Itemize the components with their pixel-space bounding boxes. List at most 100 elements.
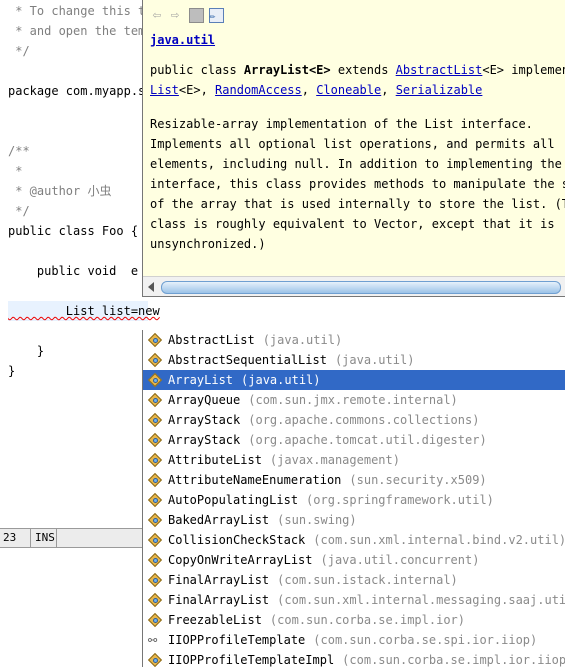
code-line: * and open the tem (8, 24, 146, 38)
open-declaration-icon[interactable] (188, 7, 204, 23)
class-icon (147, 572, 163, 588)
description-line: of the array that is used internally to … (150, 197, 565, 211)
proposal-package: (sun.security.x509) (349, 473, 487, 487)
proposal-package: (javax.management) (269, 453, 400, 467)
proposal-item[interactable]: ArrayStack (org.apache.commons.collection… (143, 410, 565, 430)
code-line-package: package com.myapp.s (8, 84, 146, 98)
completion-proposals-list[interactable]: AbstractList (java.util) AbstractSequentia… (142, 330, 565, 667)
javadoc-popup: ⇦ ⇨ ✏ java.util public class ArrayList<E… (142, 0, 565, 297)
code-line-class-decl: public class Foo { (8, 224, 139, 238)
proposal-package: (sun.swing) (277, 513, 357, 527)
description-line: elements, including null. In addition to… (150, 157, 565, 171)
status-separator (56, 529, 57, 547)
interface-link-list[interactable]: List (150, 83, 179, 97)
proposal-item[interactable]: AutoPopulatingList (org.springframework.u… (143, 490, 565, 510)
class-icon (147, 592, 163, 608)
interface-icon: ⚯ (148, 633, 158, 647)
class-icon (147, 392, 163, 408)
class-icon (147, 452, 163, 468)
code-line-method-decl: public void e (8, 264, 139, 278)
description-line: interface, this class provides methods t… (150, 177, 565, 191)
proposal-package: (java.util.concurrent) (320, 553, 480, 567)
proposal-package: (com.sun.xml.internal.bind.v2.util) (313, 533, 565, 547)
proposal-name: AutoPopulatingList (168, 493, 299, 507)
class-icon (147, 532, 163, 548)
code-line: /** (8, 144, 30, 158)
code-line-current[interactable]: List list=new (8, 303, 160, 319)
back-arrow-icon[interactable]: ⇦ (149, 7, 165, 23)
class-icon (147, 552, 163, 568)
class-icon (147, 612, 163, 628)
proposal-name: ArrayStack (168, 433, 241, 447)
proposal-item[interactable]: ArrayList (java.util) (143, 370, 565, 390)
proposal-name: AttributeNameEnumeration (168, 473, 342, 487)
class-icon (147, 332, 163, 348)
description-line: Resizable-array implementation of the Li… (150, 117, 533, 131)
status-bar: 23 INS (0, 528, 142, 548)
proposal-item[interactable]: AttributeList (javax.management) (143, 450, 565, 470)
proposal-item[interactable]: BakedArrayList (sun.swing) (143, 510, 565, 530)
proposal-name: AttributeList (168, 453, 262, 467)
class-icon (147, 492, 163, 508)
package-link[interactable]: java.util (150, 33, 215, 47)
proposal-name: CopyOnWriteArrayList (168, 553, 313, 567)
javadoc-horizontal-scrollbar[interactable] (143, 276, 565, 296)
open-in-browser-icon[interactable]: ✏ (208, 7, 224, 23)
class-icon (147, 512, 163, 528)
proposal-name: ArrayList (168, 373, 234, 387)
description-line: Implements all optional list operations,… (150, 137, 555, 151)
javadoc-toolbar: ⇦ ⇨ ✏ (143, 0, 565, 30)
class-icon (147, 352, 163, 368)
javadoc-content: java.util public class ArrayList<E> exte… (150, 30, 565, 254)
superclass-link[interactable]: AbstractList (396, 63, 483, 77)
proposal-item[interactable]: ArrayStack (org.apache.tomcat.util.digest… (143, 430, 565, 450)
proposal-name: FinalArrayList (168, 573, 270, 587)
proposal-item[interactable]: FinalArrayList (com.sun.istack.internal) (143, 570, 565, 590)
proposal-package: (org.springframework.util) (306, 493, 494, 507)
interfaces-list: List<E>, RandomAccess, Cloneable, Serial… (150, 83, 483, 97)
description-line: class is roughly equivalent to Vector, e… (150, 217, 555, 231)
proposal-item[interactable]: CopyOnWriteArrayList (java.util.concurren… (143, 550, 565, 570)
proposal-package: (org.apache.tomcat.util.digester) (248, 433, 487, 447)
line-number-indicator: 23 (3, 531, 17, 544)
code-line: } (8, 364, 16, 378)
proposal-item[interactable]: IIOPProfileTemplateImpl (com.sun.corba.se… (143, 650, 565, 667)
interface-link-randomaccess[interactable]: RandomAccess (215, 83, 302, 97)
proposal-name: CollisionCheckStack (168, 533, 306, 547)
proposal-package: (java.util) (334, 353, 415, 367)
proposal-item[interactable]: ⚯ IIOPProfileTemplate (com.sun.corba.se.sp… (143, 630, 565, 650)
description-line: unsynchronized.) (150, 237, 266, 251)
forward-arrow-icon[interactable]: ⇨ (167, 7, 183, 23)
proposal-item[interactable]: AbstractSequentialList (java.util) (143, 350, 565, 370)
proposal-name: AbstractList (168, 333, 255, 347)
scroll-left-arrow-icon[interactable] (148, 282, 154, 292)
proposal-name: FinalArrayList (168, 593, 270, 607)
code-line: * To change this t (8, 4, 146, 18)
proposal-package: (com.sun.istack.internal) (277, 573, 458, 587)
class-icon (147, 372, 163, 388)
code-line: * (8, 164, 23, 178)
proposal-item[interactable]: FreezableList (com.sun.corba.se.impl.ior) (143, 610, 565, 630)
proposal-item[interactable]: FinalArrayList (com.sun.xml.internal.mess… (143, 590, 565, 610)
proposal-name: ArrayStack (168, 413, 241, 427)
proposal-item[interactable]: AbstractList (java.util) (143, 330, 565, 350)
proposal-package: (com.sun.jmx.remote.internal) (248, 393, 458, 407)
proposal-name: IIOPProfileTemplate (168, 633, 306, 647)
scrollbar-thumb[interactable] (161, 281, 561, 294)
proposal-name: AbstractSequentialList (168, 353, 327, 367)
code-line: */ (8, 204, 30, 218)
proposal-item[interactable]: ArrayQueue (com.sun.jmx.remote.internal) (143, 390, 565, 410)
class-icon (147, 412, 163, 428)
class-icon (147, 472, 163, 488)
class-declaration: public class ArrayList<E> extends Abstra… (150, 63, 565, 77)
proposal-item[interactable]: CollisionCheckStack (com.sun.xml.internal… (143, 530, 565, 550)
interface-link-cloneable[interactable]: Cloneable (316, 83, 381, 97)
proposal-package: (org.apache.commons.collections) (248, 413, 480, 427)
proposal-name: FreezableList (168, 613, 262, 627)
proposal-name: ArrayQueue (168, 393, 241, 407)
proposal-item[interactable]: AttributeNameEnumeration (sun.security.x5… (143, 470, 565, 490)
status-separator (30, 529, 31, 547)
interface-link-serializable[interactable]: Serializable (396, 83, 483, 97)
code-line: */ (8, 44, 30, 58)
class-icon (147, 432, 163, 448)
